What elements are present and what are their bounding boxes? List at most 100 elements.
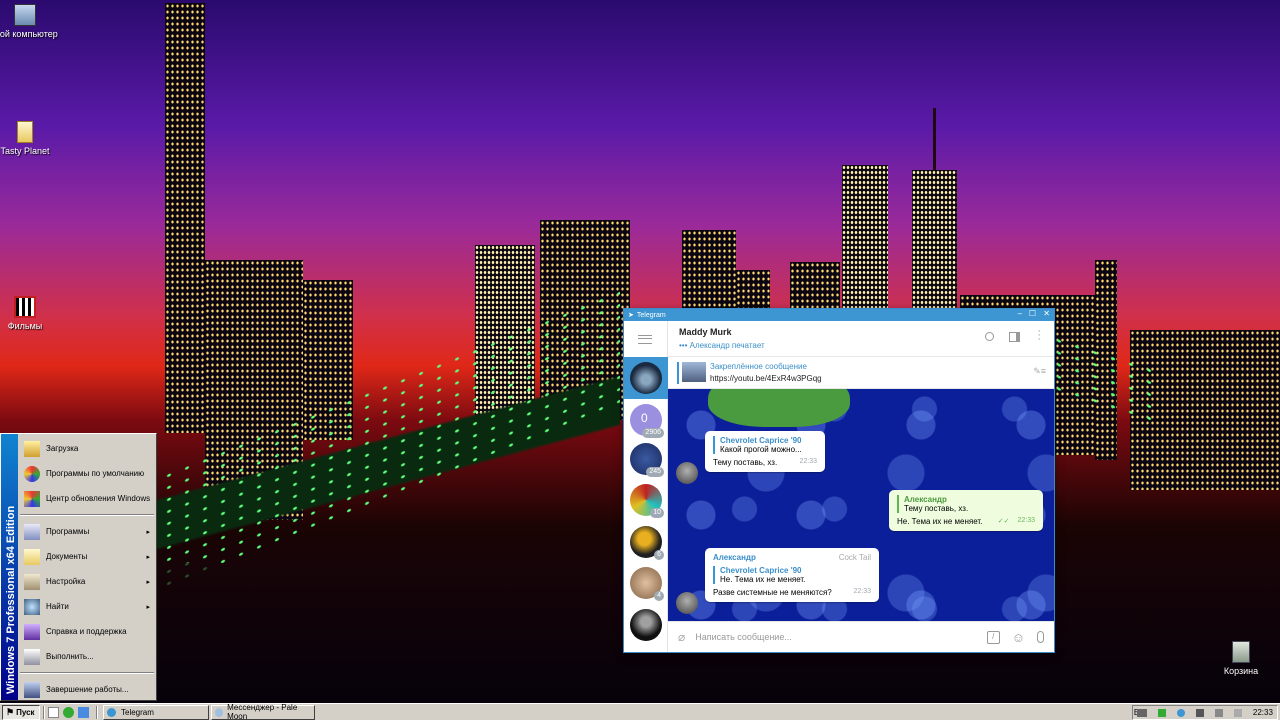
author-tag: Cock Tail [838, 553, 871, 562]
recycle-bin-icon[interactable]: Корзина [1206, 641, 1276, 676]
menu-item-shutdown[interactable]: Завершение работы... [18, 677, 156, 702]
taskbar-telegram[interactable]: Telegram [103, 704, 209, 720]
menu-icon[interactable] [638, 335, 652, 344]
avatar[interactable]: 4 [630, 567, 664, 601]
tray-misc-icon[interactable] [1233, 708, 1242, 717]
unread-badge: 245 [646, 467, 664, 477]
avatar[interactable] [676, 592, 698, 614]
menu-item-find[interactable]: Найти ▸ [18, 594, 156, 619]
separator [20, 514, 154, 516]
unread-badge: 6 [654, 550, 664, 560]
tasty-planet-icon[interactable]: Tasty Planet [0, 121, 60, 156]
telegram-logo-icon: ➤ [628, 312, 634, 319]
message-text: Не. Тема их не меняет. [897, 517, 983, 526]
find-icon [24, 598, 40, 615]
browser-quicklaunch-icon[interactable] [63, 706, 74, 718]
chat-status: ••• Александр печатает [679, 341, 765, 350]
window-titlebar[interactable]: ➤ Telegram – ☐ ✕ [624, 309, 1054, 321]
documents-icon [24, 548, 40, 565]
tray-network-icon[interactable] [1157, 708, 1166, 717]
tray-usb-icon[interactable] [1214, 708, 1223, 717]
avatar[interactable]: 0 2906 [630, 404, 664, 438]
message-author[interactable]: Александр [713, 553, 756, 562]
message-bubble[interactable]: Chevrolet Caprice '90 Какой прогой можно.… [705, 431, 825, 472]
chevron-right-icon: ▸ [146, 553, 150, 561]
menu-item-documents[interactable]: Документы ▸ [18, 544, 156, 569]
menu-item-downloads[interactable]: Загрузка [18, 436, 156, 461]
message-text: Разве системные не меняются? [713, 588, 832, 597]
taskbar: ⚑Пуск Telegram Мессенджер - Pale Moon EN… [0, 703, 1280, 720]
start-menu: Windows 7 Professional x64 Edition Загру… [0, 433, 157, 701]
telegram-window: ➤ Telegram – ☐ ✕ 0 2906 245 10 6 4 Maddy … [624, 309, 1054, 652]
menu-item-default-programs[interactable]: Программы по умолчанию [18, 461, 156, 486]
minimize-icon[interactable]: – [1018, 309, 1022, 318]
task-label: Telegram [121, 707, 154, 717]
building [165, 3, 205, 433]
menu-item-label: Справка и поддержка [46, 627, 127, 636]
more-icon[interactable]: · · · [1037, 326, 1041, 345]
avatar[interactable]: 10 [630, 484, 664, 518]
message-bubble[interactable]: Александр Cock Tail Chevrolet Caprice '90… [705, 548, 879, 602]
menu-item-programs[interactable]: Программы ▸ [18, 519, 156, 544]
folder-icon [17, 121, 33, 143]
avatar[interactable] [676, 462, 698, 484]
pinned-message[interactable]: Закреплённое сообщение https://youtu.be/… [668, 357, 1054, 389]
close-icon[interactable]: ✕ [1043, 309, 1050, 318]
emoji-icon[interactable]: ☺ [1012, 630, 1025, 645]
tray-volume-icon[interactable] [1195, 708, 1204, 717]
chevron-right-icon: ▸ [146, 528, 150, 536]
message-bubble-outgoing[interactable]: Александр Тему поставь, хз. Не. Тема их н… [889, 490, 1043, 531]
clock[interactable]: 22:33 [1253, 708, 1273, 717]
tray-telegram-icon[interactable] [1176, 708, 1185, 717]
pinned-bar [677, 362, 679, 384]
my-computer-icon[interactable]: Мой компьютер [0, 4, 60, 39]
menu-item-label: Программы [46, 527, 90, 536]
task-label: Мессенджер - Pale Moon [227, 703, 298, 720]
pale-moon-icon [215, 707, 224, 717]
taskbar-pale-moon[interactable]: Мессенджер - Pale Moon [211, 703, 315, 720]
start-button[interactable]: ⚑ Пуск [2, 704, 40, 720]
films-icon[interactable]: Фильмы [0, 296, 60, 331]
windows-update-icon [24, 490, 40, 507]
menu-item-label: Настройка [46, 577, 86, 586]
shutdown-icon [24, 681, 40, 698]
commands-icon[interactable]: / [986, 630, 1000, 644]
menu-item-help[interactable]: Справка и поддержка [18, 619, 156, 644]
menu-item-windows-update[interactable]: Центр обновления Windows [18, 486, 156, 511]
reply-author: Александр [904, 495, 947, 504]
menu-item-run[interactable]: Выполнить... [18, 644, 156, 669]
dialog-list: 0 2906 245 10 6 4 [624, 321, 668, 652]
start-menu-banner: Windows 7 Professional x64 Edition [1, 434, 18, 700]
menu-item-label: Загрузка [46, 444, 79, 453]
avatar[interactable]: 245 [630, 443, 664, 477]
reply-text: Тему поставь, хз. [904, 504, 969, 513]
sidebar-toggle-icon[interactable] [1009, 332, 1020, 342]
dialog-selected[interactable] [624, 357, 668, 399]
menu-item-label: Документы [46, 552, 88, 561]
message-input[interactable]: Написать сообщение... [695, 632, 986, 642]
menu-item-label: Центр обновления Windows [46, 494, 151, 503]
attach-icon[interactable]: ⌀ [678, 630, 685, 644]
menu-item-label: Программы по умолчанию [46, 469, 145, 478]
search-icon[interactable] [985, 332, 994, 341]
unpin-icon[interactable]: ✎≡ [1033, 366, 1046, 377]
maximize-icon[interactable]: ☐ [1029, 309, 1036, 318]
message-area: Chevrolet Caprice '90 Какой прогой можно.… [668, 389, 1054, 621]
pinned-thumbnail [682, 362, 706, 382]
desktop-icon-label: Корзина [1223, 666, 1259, 676]
avatar[interactable] [630, 609, 662, 641]
start-label: Пуск [16, 707, 35, 717]
explorer-quicklaunch-icon[interactable] [78, 706, 89, 718]
message-time: 22:33 [1017, 517, 1035, 524]
menu-item-label: Найти [46, 602, 69, 611]
message-time: 22:33 [853, 588, 871, 595]
banner-text: Windows 7 Professional x64 Edition [5, 505, 17, 694]
menu-item-settings[interactable]: Настройка ▸ [18, 569, 156, 594]
microphone-icon[interactable] [1037, 631, 1044, 643]
tray-monitor-icon[interactable] [1137, 708, 1147, 717]
run-icon [24, 648, 40, 665]
avatar[interactable]: 6 [630, 526, 664, 560]
show-desktop-icon[interactable] [48, 706, 59, 718]
pinned-text: https://youtu.be/4ExR4w3PGqg [710, 374, 822, 383]
reply-author: Chevrolet Caprice '90 [720, 436, 802, 445]
